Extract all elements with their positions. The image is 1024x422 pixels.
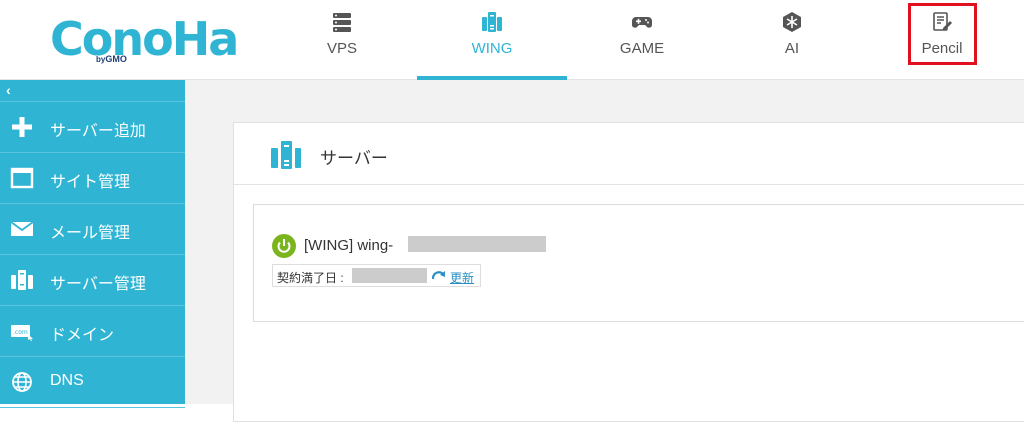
- sidebar-item-label: メール管理: [50, 225, 131, 242]
- server-rack-icon: [333, 13, 351, 32]
- server-icon: [271, 141, 301, 169]
- logo-byline: byGMO: [96, 54, 127, 64]
- sidebar-item-label: DNS: [50, 372, 84, 389]
- ai-chip-icon: [783, 12, 801, 32]
- sidebar-item-label: ドメイン: [50, 327, 115, 344]
- contract-expiry: 契約満了日 : 更新: [272, 264, 481, 287]
- nav-tab-ai[interactable]: AI: [717, 0, 867, 80]
- logo-text: ConoHa: [50, 12, 239, 66]
- domain-com-icon: .com: [11, 325, 33, 341]
- sidebar-item-mail-management[interactable]: メール管理: [0, 204, 185, 255]
- conoha-logo[interactable]: ConoHa byGMO: [50, 10, 239, 68]
- redacted-server-id: [408, 236, 546, 252]
- contract-expiry-label: 契約満了日 :: [277, 271, 344, 285]
- section-title: サーバー: [320, 149, 388, 168]
- sidebar-item-server-management[interactable]: サーバー管理: [0, 255, 185, 306]
- nav-label-vps: VPS: [326, 40, 357, 57]
- server-section-card: サーバー [WING] wing- 契約満了日 : 更新: [233, 122, 1024, 422]
- logo-gmo: GMO: [105, 54, 127, 64]
- header: ConoHa byGMO VPS WING GAME AI Pencil: [0, 0, 1024, 80]
- sidebar-collapse-toggle[interactable]: ‹: [0, 80, 185, 102]
- sidebar-item-label: サーバー管理: [50, 276, 146, 293]
- nav-label-wing: WING: [471, 40, 513, 57]
- sidebar-item-add-server[interactable]: サーバー追加: [0, 102, 185, 153]
- server-name[interactable]: [WING] wing-: [304, 237, 393, 254]
- redacted-expiry-date: [352, 268, 427, 283]
- sidebar-item-site-management[interactable]: サイト管理: [0, 153, 185, 204]
- section-header: サーバー: [234, 123, 1024, 185]
- refresh-icon[interactable]: [430, 268, 448, 284]
- globe-icon: [12, 372, 32, 392]
- nav-tab-game[interactable]: GAME: [567, 0, 717, 80]
- plus-icon: [12, 117, 32, 137]
- renew-link[interactable]: 更新: [450, 269, 474, 286]
- nav-label-ai: AI: [784, 40, 800, 57]
- window-icon: [10, 167, 34, 189]
- mail-icon: [10, 221, 34, 236]
- wing-server-icon: [482, 12, 502, 32]
- main-content: サーバー [WING] wing- 契約満了日 : 更新: [185, 80, 1024, 422]
- server-icon: [11, 270, 33, 290]
- chevron-left-icon: ‹: [6, 82, 11, 98]
- nav-tab-wing[interactable]: WING: [417, 0, 567, 80]
- logo-by: by: [96, 55, 106, 64]
- sidebar-item-dns[interactable]: DNS: [0, 357, 185, 408]
- sidebar: ‹ サーバー追加 サイト管理 メール管理 サーバー管理 .com ドメイン DN…: [0, 80, 185, 408]
- sidebar-item-label: サイト管理: [50, 174, 131, 191]
- nav-tab-vps[interactable]: VPS: [267, 0, 417, 80]
- sidebar-item-label: サーバー追加: [50, 123, 146, 140]
- pencil-highlight-box: [908, 3, 977, 65]
- power-on-icon: [272, 234, 296, 258]
- server-entry[interactable]: [WING] wing- 契約満了日 : 更新: [253, 204, 1024, 322]
- nav-label-game: GAME: [619, 40, 665, 57]
- sidebar-item-domain[interactable]: .com ドメイン: [0, 306, 185, 357]
- gamepad-icon: [632, 17, 652, 28]
- svg-text:.com: .com: [13, 329, 28, 336]
